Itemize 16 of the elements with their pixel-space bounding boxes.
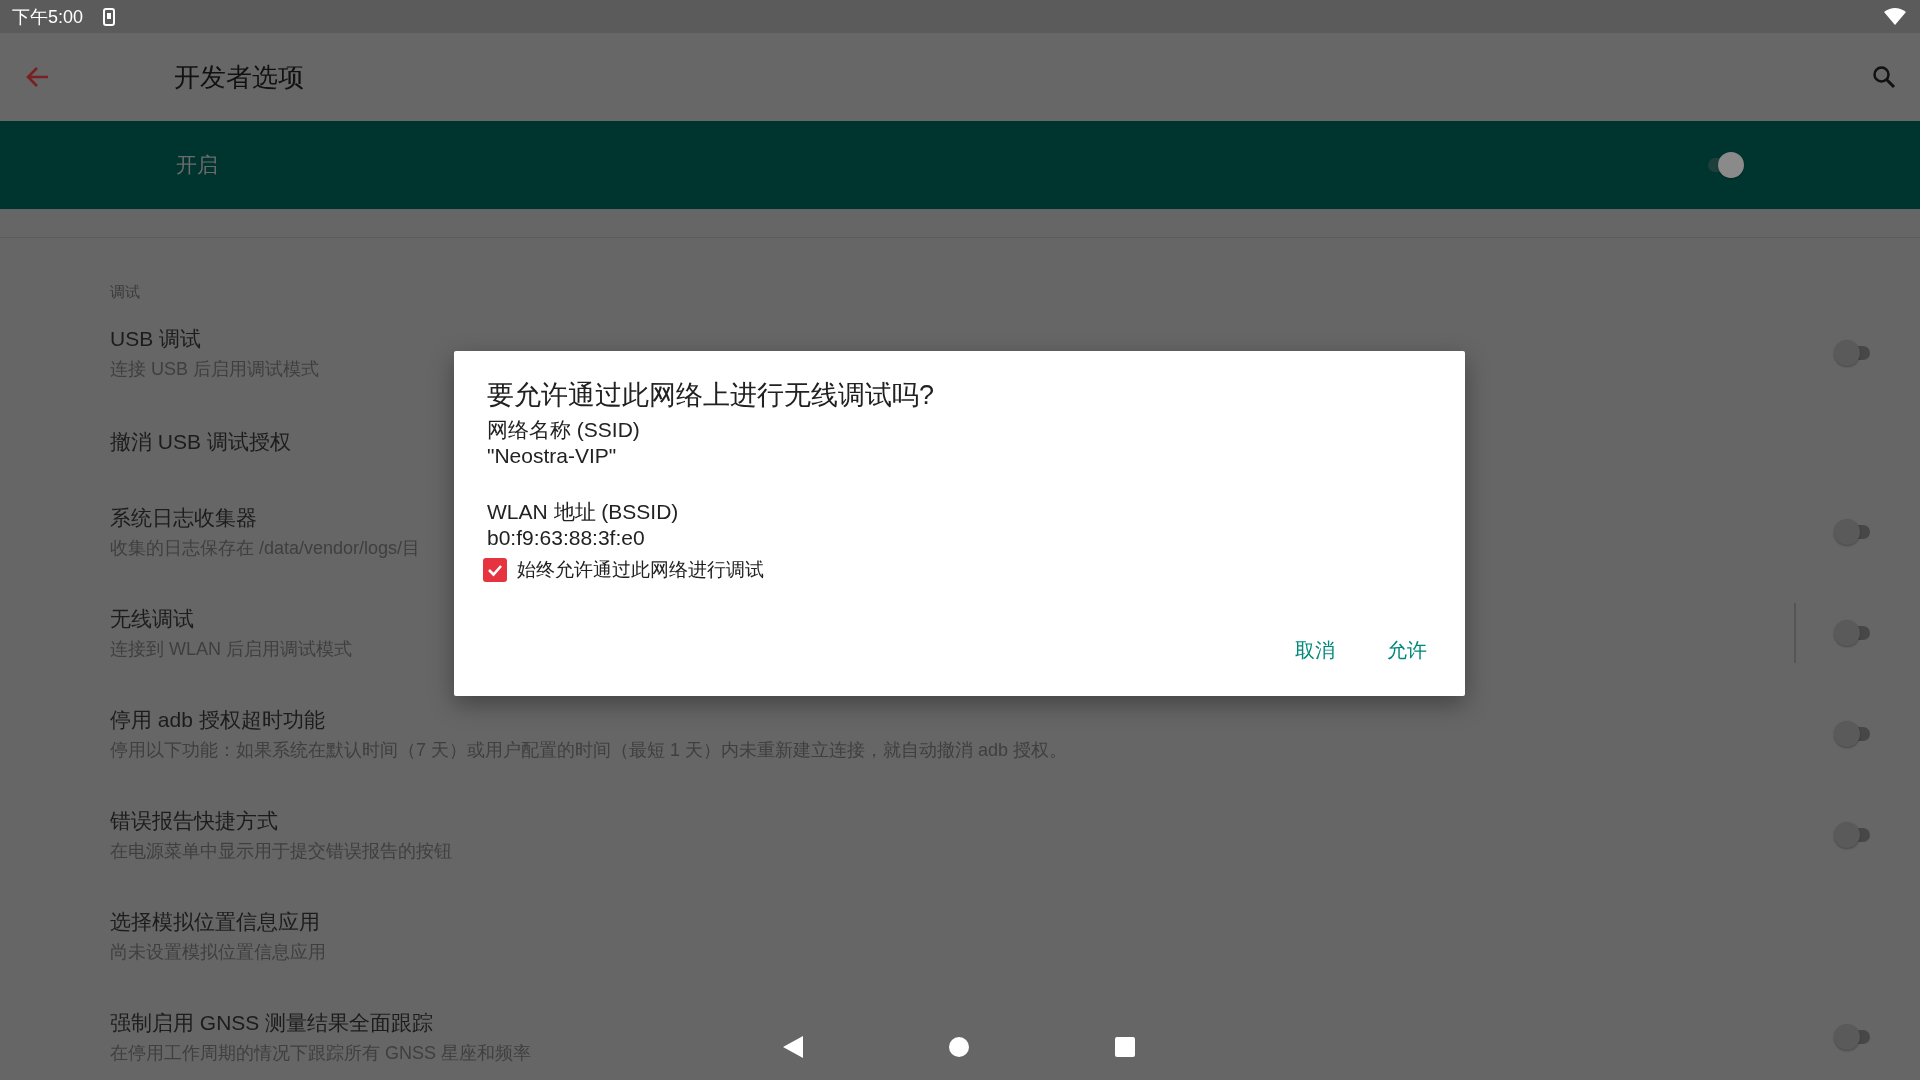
- setting-title: 错误报告快捷方式: [110, 807, 278, 834]
- setting-title: 强制启用 GNSS 测量结果全面跟踪: [110, 1009, 434, 1036]
- setting-title: 系统日志收集器: [110, 504, 257, 531]
- field-value: b0:f9:63:88:3f:e0: [487, 525, 645, 551]
- master-switch-label: 开启: [176, 152, 218, 178]
- setting-title: 停用 adb 授权超时功能: [110, 706, 325, 733]
- field-label: 网络名称 (SSID): [487, 417, 640, 443]
- field-value: "Neostra-VIP": [487, 443, 617, 469]
- setting-title: 选择模拟位置信息应用: [110, 908, 320, 935]
- checkbox-label: 始终允许通过此网络进行调试: [517, 558, 764, 582]
- setting-title: 无线调试: [110, 605, 194, 632]
- page-title: 开发者选项: [174, 60, 304, 94]
- dialog-title: 要允许通过此网络上进行无线调试吗?: [487, 379, 936, 412]
- setting-title: USB 调试: [110, 325, 201, 352]
- field-label: WLAN 地址 (BSSID): [487, 499, 679, 525]
- clock: 下午5:00: [12, 5, 84, 29]
